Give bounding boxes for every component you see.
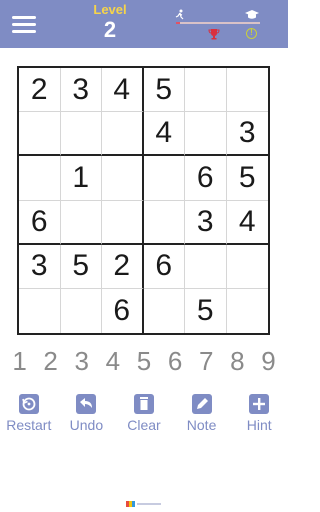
board-cell[interactable] (19, 112, 61, 157)
board-cell[interactable]: 6 (19, 200, 61, 245)
restart-button[interactable]: Restart (1, 394, 57, 440)
level-label: Level (93, 2, 127, 17)
board-cell[interactable] (143, 200, 185, 245)
board-cell[interactable]: 3 (185, 200, 227, 245)
clear-label: Clear (127, 417, 161, 433)
board-cell[interactable] (143, 156, 185, 201)
board-cell[interactable]: 6 (185, 156, 227, 201)
tool-bar: Restart Undo Clear Note Hint (0, 394, 288, 440)
board-cell[interactable]: 4 (143, 112, 185, 157)
undo-label: Undo (69, 417, 104, 433)
board-cell[interactable] (226, 245, 268, 289)
board-cell[interactable]: 3 (60, 68, 102, 113)
board-cell[interactable]: 4 (102, 68, 144, 113)
board-cell[interactable] (226, 68, 268, 113)
pencil-icon (191, 394, 212, 414)
board-cell[interactable]: 5 (60, 244, 102, 289)
number-key-4[interactable]: 4 (99, 346, 127, 382)
trash-icon (133, 394, 154, 414)
board-cell[interactable] (19, 156, 61, 201)
menu-icon-line (12, 30, 36, 33)
board-cell[interactable]: 2 (102, 244, 144, 289)
board-cell[interactable]: 6 (143, 244, 185, 289)
number-key-7[interactable]: 7 (192, 346, 220, 382)
board-cell[interactable] (185, 68, 227, 113)
hint-button[interactable]: Hint (231, 394, 287, 440)
menu-button[interactable] (12, 14, 36, 34)
undo-button[interactable]: Undo (58, 394, 114, 440)
progress-area: ! (170, 8, 264, 42)
board-cell[interactable]: 4 (226, 201, 268, 245)
board-cell[interactable] (19, 288, 61, 333)
board-cell[interactable] (60, 200, 102, 245)
number-key-3[interactable]: 3 (68, 346, 96, 382)
board-cell[interactable]: 5 (143, 68, 185, 113)
board-cell[interactable] (227, 289, 269, 333)
level-number: 2 (103, 17, 117, 42)
board-cell[interactable]: 5 (185, 288, 227, 333)
menu-icon-line (12, 16, 36, 19)
board-cell[interactable] (102, 156, 144, 201)
board-cell[interactable]: 3 (19, 244, 61, 289)
board-cell[interactable]: 2 (19, 68, 61, 113)
number-key-2[interactable]: 2 (37, 346, 65, 382)
info-icon[interactable]: ! (246, 28, 257, 39)
board-cell[interactable]: 3 (226, 112, 268, 157)
note-label: Note (186, 417, 217, 433)
plus-icon (249, 394, 270, 414)
board-cell[interactable]: 6 (102, 288, 144, 333)
board-cell[interactable] (144, 288, 185, 333)
number-key-9[interactable]: 9 (254, 346, 282, 382)
restart-label: Restart (6, 417, 52, 433)
undo-icon (76, 394, 97, 414)
board-cell[interactable] (61, 288, 102, 333)
restart-icon (18, 394, 39, 414)
clear-button[interactable]: Clear (116, 394, 172, 440)
board-cell[interactable]: 1 (60, 156, 102, 201)
number-key-8[interactable]: 8 (223, 346, 251, 382)
menu-icon-line (12, 23, 36, 26)
runner-icon (175, 9, 184, 20)
number-key-6[interactable]: 6 (161, 346, 189, 382)
level-progress-fill (176, 22, 181, 24)
brand-logo-icon (126, 501, 161, 507)
note-button[interactable]: Note (174, 394, 230, 440)
board-cell[interactable]: 5 (226, 156, 268, 201)
board-cell[interactable] (185, 244, 227, 289)
trophy-icon (208, 29, 220, 40)
board-cell[interactable] (60, 112, 102, 157)
number-pad: 123456789 (0, 346, 288, 382)
board-cell[interactable] (102, 112, 144, 157)
board-cell[interactable] (102, 200, 144, 245)
hint-label: Hint (246, 417, 272, 433)
graduation-cap-icon (245, 10, 259, 19)
number-key-5[interactable]: 5 (130, 346, 158, 382)
number-key-1[interactable]: 1 (6, 346, 34, 382)
level-progress-track (176, 22, 260, 24)
board-cell[interactable] (185, 112, 227, 157)
top-bar: Level 2 ! (0, 0, 288, 48)
sudoku-board: 234543165634352665 (17, 66, 270, 335)
